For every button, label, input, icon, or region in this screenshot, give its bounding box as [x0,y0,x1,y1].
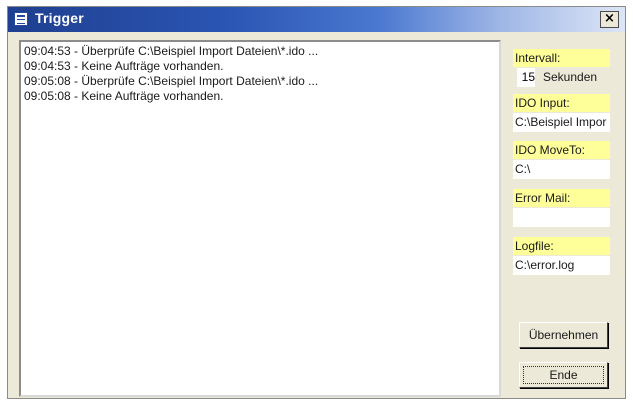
log-line: 09:04:53 - Überprüfe C:\Beispiel Import … [24,44,319,58]
title-bar[interactable]: Trigger × [8,7,625,32]
log-line: 09:05:08 - Überprüfe C:\Beispiel Import … [24,74,319,88]
logfile-label: Logfile: [513,237,610,255]
log-line: 09:05:08 - Keine Aufträge vorhanden. [24,89,224,103]
ido-input-label: IDO Input: [513,94,610,112]
window-app-icon [14,12,28,26]
interval-unit: Sekunden [543,70,598,84]
window-title: Trigger [35,10,84,26]
ido-moveto-label: IDO MoveTo: [513,141,610,159]
interval-row: 15 Sekunden [513,68,610,87]
trigger-window: Trigger × 09:04:53 - Überprüfe C:\Beispi… [7,6,626,399]
apply-button[interactable]: Übernehmen [519,322,608,348]
end-button[interactable]: Ende [519,362,608,388]
interval-field[interactable]: 15 [517,68,535,87]
close-icon: × [604,11,615,26]
interval-label: Intervall: [513,49,610,67]
logfile-field[interactable]: C:\error.log [513,256,610,275]
ido-moveto-field[interactable]: C:\ [513,160,610,179]
error-mail-label: Error Mail: [513,189,610,207]
log-output[interactable]: 09:04:53 - Überprüfe C:\Beispiel Import … [19,40,501,397]
log-line: 09:04:53 - Keine Aufträge vorhanden. [24,59,224,73]
ido-input-field[interactable]: C:\Beispiel Impor [513,113,610,132]
error-mail-field[interactable] [513,208,610,227]
close-button[interactable]: × [600,11,619,28]
